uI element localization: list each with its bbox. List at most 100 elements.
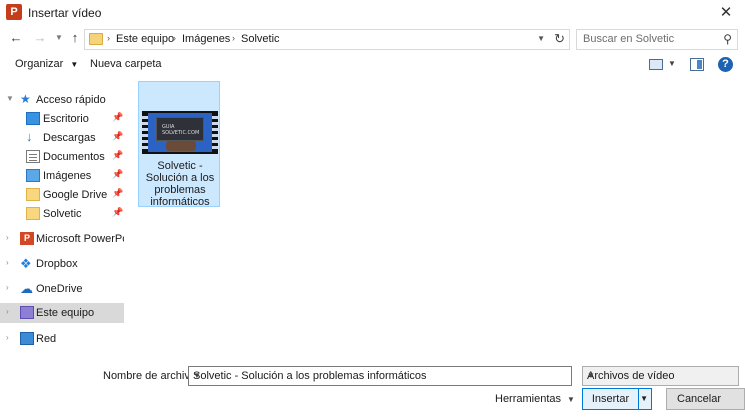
expand-icon[interactable]: › — [6, 258, 9, 267]
sidebar-item-solvetic[interactable]: Solvetic 📌 — [0, 204, 124, 224]
organize-button[interactable]: Organizar ▼ — [15, 58, 78, 70]
file-name-line: informáticos — [150, 196, 210, 208]
file-name: Solvetic - Solución a los problemas info… — [141, 160, 219, 208]
film-strip-icon — [142, 113, 148, 152]
chevron-down-icon: ▼ — [70, 60, 79, 69]
insert-button[interactable]: Insertar — [583, 389, 639, 409]
command-bar: Organizar ▼ Nueva carpeta ▼ ? — [0, 53, 745, 77]
file-item-video[interactable]: GUIA SOLVETIC.COM Solvetic - Solución a … — [138, 81, 220, 208]
sidebar-item-imagenes[interactable]: Imágenes 📌 — [0, 166, 124, 186]
help-icon[interactable]: ? — [718, 57, 733, 72]
star-icon: ★ — [20, 92, 31, 106]
insert-dropdown-icon[interactable]: ▼ — [640, 394, 648, 403]
filename-label: Nombre de archivo: — [103, 370, 199, 382]
breadcrumb-solvetic[interactable]: Solvetic — [241, 33, 280, 45]
window-title: Insertar vídeo — [28, 6, 102, 20]
folder-icon — [89, 33, 103, 45]
expand-icon[interactable]: › — [6, 333, 9, 342]
powerpoint-app-icon: P — [6, 4, 22, 20]
filename-field[interactable]: Solvetic - Solución a los problemas info… — [188, 366, 572, 386]
chevron-down-icon: ▼ — [587, 371, 595, 380]
sidebar-item-escritorio[interactable]: Escritorio 📌 — [0, 109, 124, 129]
new-folder-button[interactable]: Nueva carpeta — [90, 58, 162, 70]
expand-icon[interactable]: › — [6, 283, 9, 292]
chevron-down-icon: ▼ — [567, 395, 575, 404]
breadcrumb-separator: › — [107, 33, 110, 43]
cancel-button[interactable]: Cancelar — [666, 388, 745, 410]
hands-image — [166, 141, 196, 151]
search-input[interactable]: Buscar en Solvetic — [583, 33, 674, 45]
sidebar-item-label: Escritorio — [43, 113, 89, 125]
navigation-pane: ▼ ★ Acceso rápido Escritorio 📌 ↓ Descarg… — [0, 82, 132, 357]
change-view-icon[interactable] — [649, 59, 663, 70]
sidebar-item-label: Descargas — [43, 132, 96, 144]
pin-icon[interactable]: 📌 — [112, 112, 123, 123]
preview-pane-icon[interactable] — [690, 58, 704, 71]
folder-icon — [26, 207, 40, 220]
tools-button[interactable]: Herramientas ▼ — [495, 393, 575, 405]
address-dropdown-icon[interactable]: ▼ — [537, 34, 545, 43]
refresh-icon[interactable]: ↻ — [554, 31, 565, 47]
pin-icon[interactable]: 📌 — [112, 131, 123, 142]
sidebar-item-powerpoint[interactable]: › P Microsoft PowerPoin — [0, 229, 124, 249]
computer-icon — [20, 306, 34, 319]
desktop-icon — [26, 112, 40, 125]
sidebar-item-label: Imágenes — [43, 170, 92, 182]
documents-icon — [26, 150, 40, 163]
file-type-select[interactable]: Archivos de vídeo ▼ — [582, 366, 739, 386]
sidebar-item-label: Acceso rápido — [36, 94, 106, 106]
file-name-line: problemas — [154, 184, 206, 196]
sidebar-item-red[interactable]: › Red — [0, 329, 124, 349]
sidebar-item-label: Documentos — [43, 151, 105, 163]
breadcrumb-separator: › — [173, 33, 176, 43]
insert-split-button[interactable]: Insertar ▼ — [582, 388, 652, 410]
thumbnail-text: SOLVETIC.COM — [162, 130, 200, 136]
sidebar-item-descargas[interactable]: ↓ Descargas 📌 — [0, 128, 124, 148]
sidebar-item-label: OneDrive — [36, 283, 83, 295]
view-options-dropdown[interactable]: ▼ — [668, 59, 676, 68]
pin-icon[interactable]: 📌 — [112, 150, 123, 161]
expand-icon[interactable]: ▼ — [6, 94, 14, 103]
expand-icon[interactable]: › — [6, 307, 9, 316]
expand-icon[interactable]: › — [6, 233, 9, 242]
tools-label: Herramientas — [495, 393, 562, 405]
folder-icon — [26, 188, 40, 201]
up-button[interactable]: ↑ — [66, 29, 84, 47]
sidebar-item-label: Microsoft PowerPoin — [36, 233, 124, 245]
file-name-line: Solvetic - — [157, 160, 203, 172]
navigation-bar: ← → ▼ ↑ › Este equipo › Imágenes › Solve… — [0, 26, 745, 52]
sidebar-item-onedrive[interactable]: › ☁ OneDrive — [0, 279, 124, 299]
sidebar-item-quick-access[interactable]: ▼ ★ Acceso rápido — [0, 90, 124, 110]
breadcrumb-separator: › — [232, 33, 235, 43]
sidebar-item-label: Google Drive — [43, 189, 108, 201]
sidebar-item-label: Red — [36, 333, 57, 345]
sidebar-item-label: Solvetic — [43, 208, 82, 220]
pictures-icon — [26, 169, 40, 182]
video-thumbnail: GUIA SOLVETIC.COM — [142, 111, 218, 154]
dropbox-icon: ❖ — [20, 256, 32, 271]
sidebar-item-este-equipo[interactable]: › Este equipo — [0, 303, 124, 323]
sidebar-item-documentos[interactable]: Documentos 📌 — [0, 147, 124, 167]
file-name-line: Solución a los — [145, 172, 215, 184]
breadcrumb-este-equipo[interactable]: Este equipo — [116, 33, 174, 45]
pin-icon[interactable]: 📌 — [112, 169, 123, 180]
breadcrumb-imagenes[interactable]: Imágenes — [182, 33, 230, 45]
title-bar: P Insertar vídeo ✕ — [0, 0, 745, 26]
chevron-down-icon[interactable]: ▼ — [193, 371, 567, 380]
laptop-screen: GUIA SOLVETIC.COM — [156, 117, 204, 141]
cloud-icon: ☁ — [20, 281, 33, 296]
search-icon[interactable]: ⚲ — [723, 32, 732, 46]
forward-button[interactable]: → — [31, 29, 49, 47]
file-list: GUIA SOLVETIC.COM Solvetic - Solución a … — [133, 78, 745, 358]
sidebar-item-label: Este equipo — [36, 307, 95, 319]
sidebar-item-dropbox[interactable]: › ❖ Dropbox — [0, 254, 124, 274]
back-button[interactable]: ← — [7, 29, 25, 47]
sidebar-item-label: Dropbox — [36, 258, 78, 270]
pin-icon[interactable]: 📌 — [112, 207, 123, 218]
close-button[interactable]: ✕ — [715, 3, 737, 23]
address-bar[interactable]: › Este equipo › Imágenes › Solvetic ▼ ↻ — [84, 29, 570, 50]
download-icon: ↓ — [26, 129, 33, 144]
search-box[interactable]: Buscar en Solvetic ⚲ — [576, 29, 738, 50]
pin-icon[interactable]: 📌 — [112, 188, 123, 199]
sidebar-item-google-drive[interactable]: Google Drive 📌 — [0, 185, 124, 205]
